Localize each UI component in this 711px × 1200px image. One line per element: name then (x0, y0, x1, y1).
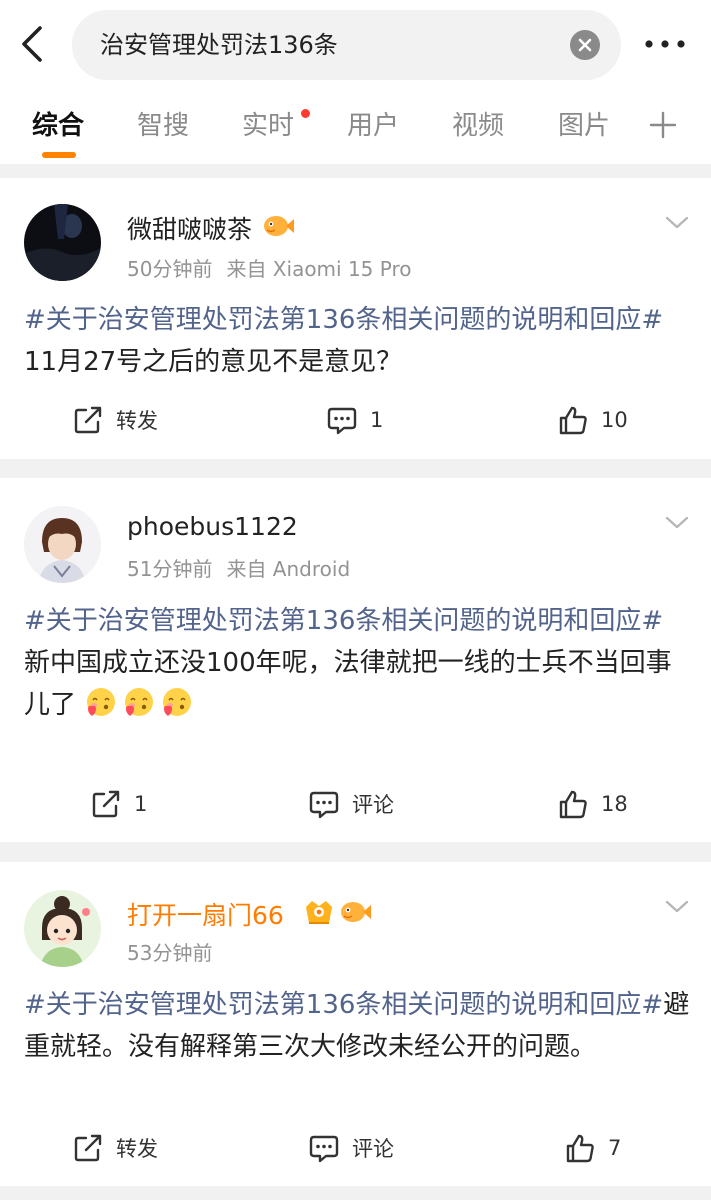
like-icon (559, 406, 587, 435)
post-source: 来自 Xiaomi 15 Pro (226, 257, 412, 281)
comment-icon (309, 791, 339, 819)
repost-label: 转发 (116, 1137, 158, 1161)
active-tab-indicator (42, 152, 76, 158)
fish-badge-icon (338, 897, 372, 927)
post-card[interactable]: phoebus1122 51分钟前 来自 Android #关于治安管理处罚法第1… (0, 478, 711, 842)
post-card[interactable]: 微甜啵啵茶 50分钟前 来自 Xiaomi 15 Pro #关于治安管理处罚法第1… (0, 178, 711, 459)
clear-search-button[interactable] (570, 30, 600, 60)
topic-link[interactable]: #关于治安管理处罚法第136条相关问题的说明和回应# (24, 990, 663, 1020)
repost-button[interactable]: 转发 (72, 1128, 158, 1168)
topic-link[interactable]: #关于治安管理处罚法第136条相关问题的说明和回应# (24, 305, 663, 335)
post-menu-button[interactable] (664, 899, 690, 915)
post-meta: 51分钟前 来自 Android (127, 553, 350, 582)
post-source: 来自 Android (226, 557, 351, 581)
like-count: 7 (608, 1136, 622, 1160)
post-time: 53分钟前 (127, 941, 213, 965)
post-card[interactable]: 打开一扇门66 53分钟前 #关于治安管理处罚法第136条相关问题的说明和回应#… (0, 862, 711, 1186)
heart-face-emoji (160, 685, 194, 719)
plus-icon (649, 111, 677, 139)
avatar[interactable] (24, 204, 101, 281)
post-menu-button[interactable] (664, 215, 690, 231)
repost-count: 1 (134, 792, 148, 816)
post-body: #关于治安管理处罚法第136条相关问题的说明和回应# 新中国成立还没100年呢，… (24, 600, 692, 726)
repost-label: 转发 (116, 409, 158, 433)
comment-count: 1 (370, 408, 384, 432)
heart-face-emoji (122, 685, 156, 719)
post-meta: 50分钟前 来自 Xiaomi 15 Pro (127, 253, 412, 282)
comment-button[interactable]: 1 (326, 400, 383, 440)
post-body: #关于治安管理处罚法第136条相关问题的说明和回应# 11月27号之后的意见不是… (24, 299, 692, 383)
avatar[interactable] (24, 506, 101, 583)
comment-button[interactable]: 评论 (308, 1128, 394, 1168)
comment-label: 评论 (352, 1137, 394, 1161)
more-icon (645, 40, 685, 48)
username[interactable]: 打开一扇门66 (127, 896, 284, 932)
avatar[interactable] (24, 890, 101, 967)
post-meta: 53分钟前 (127, 937, 212, 966)
chevron-down-icon (665, 216, 689, 229)
post-time: 50分钟前 (127, 257, 213, 281)
like-button[interactable]: 7 (564, 1128, 621, 1168)
topic-link[interactable]: #关于治安管理处罚法第136条相关问题的说明和回应# (24, 600, 692, 642)
clear-icon (578, 38, 592, 52)
realtime-notification-dot (301, 109, 310, 118)
search-input[interactable]: 治安管理处罚法136条 (72, 10, 621, 80)
username[interactable]: phoebus1122 (127, 512, 298, 541)
comment-button[interactable]: 评论 (308, 784, 394, 824)
top-bar: 治安管理处罚法136条 综合 智搜 实时 用户 视频 图片 (0, 0, 711, 164)
repost-button[interactable]: 转发 (72, 400, 158, 440)
comment-label: 评论 (352, 793, 394, 817)
post-menu-button[interactable] (664, 515, 690, 531)
like-count: 18 (601, 792, 628, 816)
post-body: #关于治安管理处罚法第136条相关问题的说明和回应#避重就轻。没有解释第三次大修… (24, 984, 692, 1068)
search-query: 治安管理处罚法136条 (100, 31, 338, 59)
heart-face-emoji (84, 685, 118, 719)
like-count: 10 (601, 408, 628, 432)
like-button[interactable]: 10 (557, 400, 628, 440)
tab-users[interactable]: 用户 (347, 98, 399, 154)
repost-icon (74, 1134, 102, 1162)
tab-realtime[interactable]: 实时 (242, 98, 294, 154)
tab-smart-search[interactable]: 智搜 (137, 98, 189, 154)
repost-icon (92, 790, 120, 818)
comment-icon (309, 1135, 339, 1163)
fish-badge-icon (261, 211, 295, 241)
back-icon (22, 26, 42, 62)
tab-videos[interactable]: 视频 (452, 98, 504, 154)
back-button[interactable] (14, 22, 50, 66)
more-button[interactable] (642, 30, 688, 58)
like-icon (566, 1134, 594, 1163)
chevron-down-icon (665, 900, 689, 913)
tab-bar: 综合 智搜 实时 用户 视频 图片 (0, 98, 711, 158)
username[interactable]: 微甜啵啵茶 (127, 210, 252, 246)
post-time: 51分钟前 (127, 557, 213, 581)
repost-icon (74, 406, 102, 434)
comment-icon (327, 407, 357, 435)
post-text: 新中国成立还没100年呢，法律就把一线的士兵不当回事儿了 (24, 648, 672, 720)
add-tab-button[interactable] (648, 110, 678, 140)
tab-comprehensive[interactable]: 综合 (32, 98, 84, 154)
repost-button[interactable]: 1 (90, 784, 147, 824)
tab-images[interactable]: 图片 (558, 98, 610, 154)
like-button[interactable]: 18 (557, 784, 628, 824)
post-text: 11月27号之后的意见不是意见？ (24, 347, 403, 377)
like-icon (559, 790, 587, 819)
vip-badge-icon (302, 897, 336, 927)
chevron-down-icon (665, 516, 689, 529)
